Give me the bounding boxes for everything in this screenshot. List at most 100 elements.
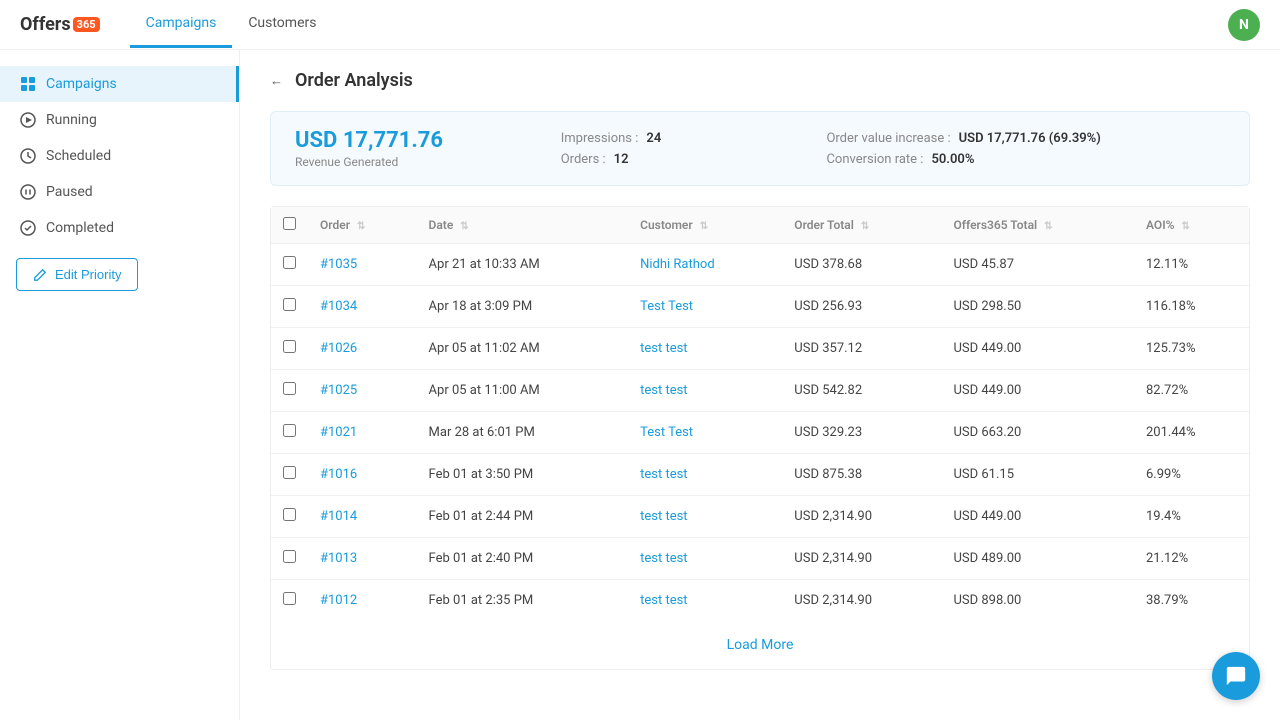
- header-checkbox-cell: [271, 207, 308, 244]
- row-offers365-total: USD 61.15: [941, 454, 1134, 496]
- row-order: #1034: [308, 286, 417, 328]
- table-row: #1014 Feb 01 at 2:44 PM test test USD 2,…: [271, 496, 1249, 538]
- nav-campaigns[interactable]: Campaigns: [130, 1, 233, 48]
- nav-customers[interactable]: Customers: [232, 1, 332, 48]
- customer-link-6[interactable]: test test: [640, 509, 687, 524]
- row-customer: test test: [628, 538, 782, 580]
- sidebar-item-running[interactable]: Running: [0, 102, 239, 138]
- order-link-1[interactable]: #1034: [320, 299, 357, 314]
- conversion-rate-row: Conversion rate : 50.00%: [826, 152, 1225, 167]
- row-checkbox-3[interactable]: [283, 382, 296, 395]
- sidebar-item-paused[interactable]: Paused: [0, 174, 239, 210]
- row-offers365-total: USD 45.87: [941, 244, 1134, 286]
- select-all-checkbox[interactable]: [283, 217, 296, 230]
- sidebar-label-completed: Completed: [46, 220, 114, 236]
- customer-link-7[interactable]: test test: [640, 551, 687, 566]
- stats-bar: USD 17,771.76 Revenue Generated Impressi…: [270, 111, 1250, 186]
- row-checkbox-8[interactable]: [283, 592, 296, 605]
- load-more-button[interactable]: Load More: [271, 621, 1249, 669]
- customer-link-0[interactable]: Nidhi Rathod: [640, 257, 715, 272]
- layout: Campaigns Running Scheduled Paused: [0, 50, 1280, 720]
- sidebar-item-completed[interactable]: Completed: [0, 210, 239, 246]
- edit-icon: [33, 268, 47, 282]
- table-row: #1034 Apr 18 at 3:09 PM Test Test USD 25…: [271, 286, 1249, 328]
- customer-link-8[interactable]: test test: [640, 593, 687, 608]
- row-customer: test test: [628, 328, 782, 370]
- order-link-0[interactable]: #1035: [320, 257, 357, 272]
- revenue-amount: USD 17,771.76: [295, 128, 561, 153]
- header-aoi[interactable]: AOI% ⇅: [1134, 207, 1249, 244]
- row-checkbox-4[interactable]: [283, 424, 296, 437]
- row-checkbox-6[interactable]: [283, 508, 296, 521]
- row-checkbox-5[interactable]: [283, 466, 296, 479]
- row-customer: Test Test: [628, 412, 782, 454]
- sort-icon-aoi: ⇅: [1181, 221, 1189, 232]
- row-aoi: 12.11%: [1134, 244, 1249, 286]
- row-aoi: 19.4%: [1134, 496, 1249, 538]
- row-order: #1021: [308, 412, 417, 454]
- row-date: Feb 01 at 2:44 PM: [417, 496, 629, 538]
- row-date: Feb 01 at 3:50 PM: [417, 454, 629, 496]
- header-order[interactable]: Order ⇅: [308, 207, 417, 244]
- impressions-row: Impressions : 24: [561, 131, 827, 146]
- row-order: #1014: [308, 496, 417, 538]
- row-order-total: USD 542.82: [782, 370, 941, 412]
- header-customer[interactable]: Customer ⇅: [628, 207, 782, 244]
- sort-icon-date: ⇅: [460, 221, 468, 232]
- row-customer: test test: [628, 454, 782, 496]
- row-date: Feb 01 at 2:35 PM: [417, 580, 629, 622]
- customer-link-1[interactable]: Test Test: [640, 299, 693, 314]
- chat-button[interactable]: [1212, 652, 1260, 700]
- conversion-rate-label: Conversion rate :: [826, 152, 923, 167]
- nav-links: Campaigns Customers: [130, 1, 1228, 48]
- sidebar-item-scheduled[interactable]: Scheduled: [0, 138, 239, 174]
- customer-link-2[interactable]: test test: [640, 341, 687, 356]
- sidebar-label-running: Running: [46, 112, 97, 128]
- conversion-rate-value: 50.00%: [931, 152, 974, 167]
- row-checkbox-0[interactable]: [283, 256, 296, 269]
- table-row: #1035 Apr 21 at 10:33 AM Nidhi Rathod US…: [271, 244, 1249, 286]
- row-aoi: 82.72%: [1134, 370, 1249, 412]
- header-date[interactable]: Date ⇅: [417, 207, 629, 244]
- row-aoi: 201.44%: [1134, 412, 1249, 454]
- row-aoi: 125.73%: [1134, 328, 1249, 370]
- row-checkbox-cell: [271, 580, 308, 622]
- order-link-6[interactable]: #1014: [320, 509, 357, 524]
- row-order-total: USD 2,314.90: [782, 538, 941, 580]
- row-checkbox-2[interactable]: [283, 340, 296, 353]
- customer-link-3[interactable]: test test: [640, 383, 687, 398]
- logo-badge: 365: [73, 17, 100, 32]
- customer-link-5[interactable]: test test: [640, 467, 687, 482]
- sidebar-item-campaigns[interactable]: Campaigns: [0, 66, 239, 102]
- back-button[interactable]: ←: [270, 73, 283, 89]
- check-circle-icon: [20, 220, 36, 236]
- row-offers365-total: USD 449.00: [941, 496, 1134, 538]
- edit-priority-button[interactable]: Edit Priority: [16, 258, 138, 291]
- header-order-total[interactable]: Order Total ⇅: [782, 207, 941, 244]
- order-link-7[interactable]: #1013: [320, 551, 357, 566]
- row-order-total: USD 329.23: [782, 412, 941, 454]
- order-link-3[interactable]: #1025: [320, 383, 357, 398]
- order-link-4[interactable]: #1021: [320, 425, 357, 440]
- customer-link-4[interactable]: Test Test: [640, 425, 693, 440]
- order-value-row: Order value increase : USD 17,771.76 (69…: [826, 131, 1225, 146]
- row-checkbox-7[interactable]: [283, 550, 296, 563]
- row-checkbox-cell: [271, 412, 308, 454]
- order-link-5[interactable]: #1016: [320, 467, 357, 482]
- sort-icon-order-total: ⇅: [861, 221, 869, 232]
- row-checkbox-cell: [271, 370, 308, 412]
- row-checkbox-1[interactable]: [283, 298, 296, 311]
- row-order: #1035: [308, 244, 417, 286]
- pause-circle-icon: [20, 184, 36, 200]
- row-aoi: 116.18%: [1134, 286, 1249, 328]
- impressions-value: 24: [646, 131, 661, 146]
- row-offers365-total: USD 489.00: [941, 538, 1134, 580]
- row-order: #1012: [308, 580, 417, 622]
- row-date: Feb 01 at 2:40 PM: [417, 538, 629, 580]
- table-row: #1016 Feb 01 at 3:50 PM test test USD 87…: [271, 454, 1249, 496]
- row-order-total: USD 2,314.90: [782, 496, 941, 538]
- top-nav: Offers 365 Campaigns Customers N: [0, 0, 1280, 50]
- header-offers365-total[interactable]: Offers365 Total ⇅: [941, 207, 1134, 244]
- order-link-2[interactable]: #1026: [320, 341, 357, 356]
- order-link-8[interactable]: #1012: [320, 593, 357, 608]
